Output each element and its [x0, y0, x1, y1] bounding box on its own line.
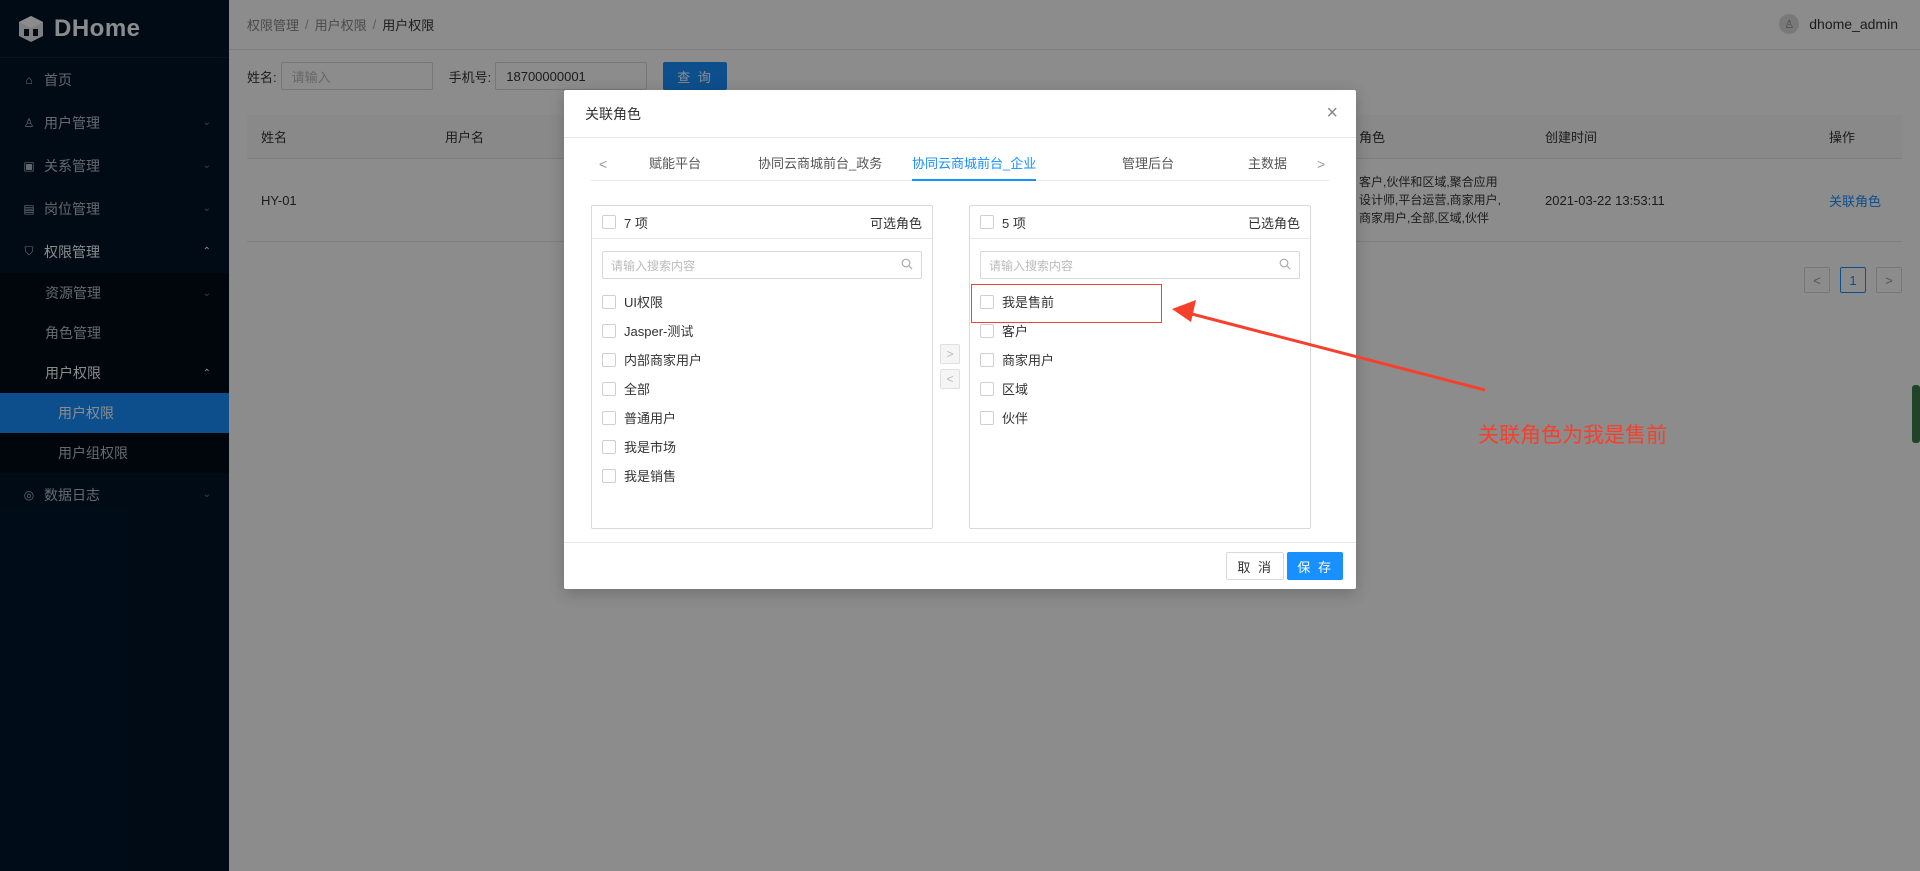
- select-all-checkbox[interactable]: [602, 215, 616, 229]
- tab-master-data[interactable]: 主数据: [1248, 153, 1287, 181]
- item-checkbox[interactable]: [602, 410, 616, 425]
- annotation-text: 关联角色为我是售前: [1478, 424, 1667, 447]
- item-checkbox[interactable]: [980, 410, 994, 425]
- item-checkbox[interactable]: [602, 352, 616, 367]
- item-label: Jasper-测试: [624, 324, 694, 339]
- item-checkbox[interactable]: [980, 352, 994, 367]
- role-tabs: < 赋能平台 协同云商城前台_政务 协同云商城前台_企业 管理后台 主数据 >: [591, 153, 1329, 181]
- close-icon[interactable]: ×: [1326, 102, 1338, 124]
- tab-mall-enterprise[interactable]: 协同云商城前台_企业: [912, 153, 1037, 181]
- item-label: 我是市场: [624, 440, 677, 455]
- tab-admin-backend[interactable]: 管理后台: [1122, 153, 1174, 181]
- item-label: 商家用户: [1002, 353, 1055, 368]
- modal-header: 关联角色 ×: [564, 90, 1356, 138]
- item-checkbox[interactable]: [602, 468, 616, 483]
- tab-mall-government[interactable]: 协同云商城前台_政务: [758, 153, 882, 181]
- item-checkbox[interactable]: [980, 323, 994, 338]
- search-placeholder: 请输入搜索内容: [611, 258, 696, 273]
- item-label: UI权限: [624, 295, 664, 310]
- item-label: 内部商家用户: [624, 353, 703, 368]
- list-item[interactable]: 区域: [970, 374, 1310, 403]
- item-label: 全部: [624, 382, 651, 397]
- item-checkbox[interactable]: [602, 439, 616, 454]
- source-search-input[interactable]: 请输入搜索内容: [602, 251, 922, 279]
- item-label: 区域: [1002, 382, 1029, 397]
- list-item[interactable]: 我是市场: [592, 432, 932, 461]
- item-label: 伙伴: [1002, 411, 1029, 426]
- item-checkbox[interactable]: [602, 323, 616, 338]
- save-button[interactable]: 保 存: [1287, 552, 1343, 580]
- tab-next-icon[interactable]: >: [1317, 153, 1325, 175]
- move-right-button[interactable]: >: [940, 344, 960, 364]
- list-item[interactable]: 内部商家用户: [592, 345, 932, 374]
- cancel-button[interactable]: 取 消: [1226, 552, 1284, 580]
- select-all-checkbox[interactable]: [980, 215, 994, 229]
- source-title: 可选角色: [869, 215, 922, 231]
- transfer-operations: > <: [940, 344, 960, 394]
- search-icon: [901, 258, 913, 270]
- item-checkbox[interactable]: [602, 294, 616, 309]
- move-left-button[interactable]: <: [940, 369, 960, 389]
- associate-role-modal: 关联角色 × < 赋能平台 协同云商城前台_政务 协同云商城前台_企业 管理后台…: [564, 90, 1356, 589]
- list-item[interactable]: Jasper-测试: [592, 316, 932, 345]
- item-checkbox[interactable]: [602, 381, 616, 396]
- item-label: 我是销售: [624, 469, 677, 484]
- tab-enablement-platform[interactable]: 赋能平台: [649, 153, 701, 181]
- transfer-target-list: 5 项 已选角色 请输入搜索内容 我是售前 客户 商家用户 区域 伙伴: [969, 205, 1311, 529]
- list-item[interactable]: 我是销售: [592, 461, 932, 490]
- source-count: 7 项: [624, 215, 648, 231]
- target-list-header: 5 项 已选角色: [970, 206, 1310, 239]
- target-title: 已选角色: [1247, 215, 1300, 231]
- modal-footer: 取 消 保 存: [564, 542, 1356, 589]
- transfer-source-list: 7 项 可选角色 请输入搜索内容 UI权限 Jasper-测试 内部商家用户 全…: [591, 205, 933, 529]
- list-item[interactable]: 伙伴: [970, 403, 1310, 432]
- item-label: 客户: [1002, 324, 1029, 339]
- modal-title: 关联角色: [585, 105, 641, 122]
- search-placeholder: 请输入搜索内容: [989, 258, 1074, 273]
- item-label: 普通用户: [624, 411, 677, 426]
- target-count: 5 项: [1002, 215, 1026, 231]
- list-item[interactable]: 全部: [592, 374, 932, 403]
- list-item[interactable]: UI权限: [592, 287, 932, 316]
- item-checkbox[interactable]: [980, 381, 994, 396]
- tab-prev-icon[interactable]: <: [599, 153, 607, 175]
- list-item[interactable]: 商家用户: [970, 345, 1310, 374]
- search-icon: [1279, 258, 1291, 270]
- source-list-header: 7 项 可选角色: [592, 206, 932, 239]
- target-search-input[interactable]: 请输入搜索内容: [980, 251, 1300, 279]
- highlight-box: [971, 284, 1162, 323]
- list-item[interactable]: 普通用户: [592, 403, 932, 432]
